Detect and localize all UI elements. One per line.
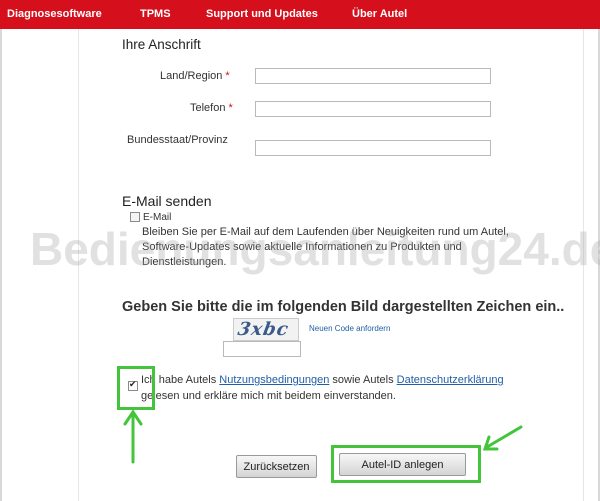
arrow-diagonal-line: [485, 425, 523, 449]
annotation-arrows: [123, 409, 523, 464]
